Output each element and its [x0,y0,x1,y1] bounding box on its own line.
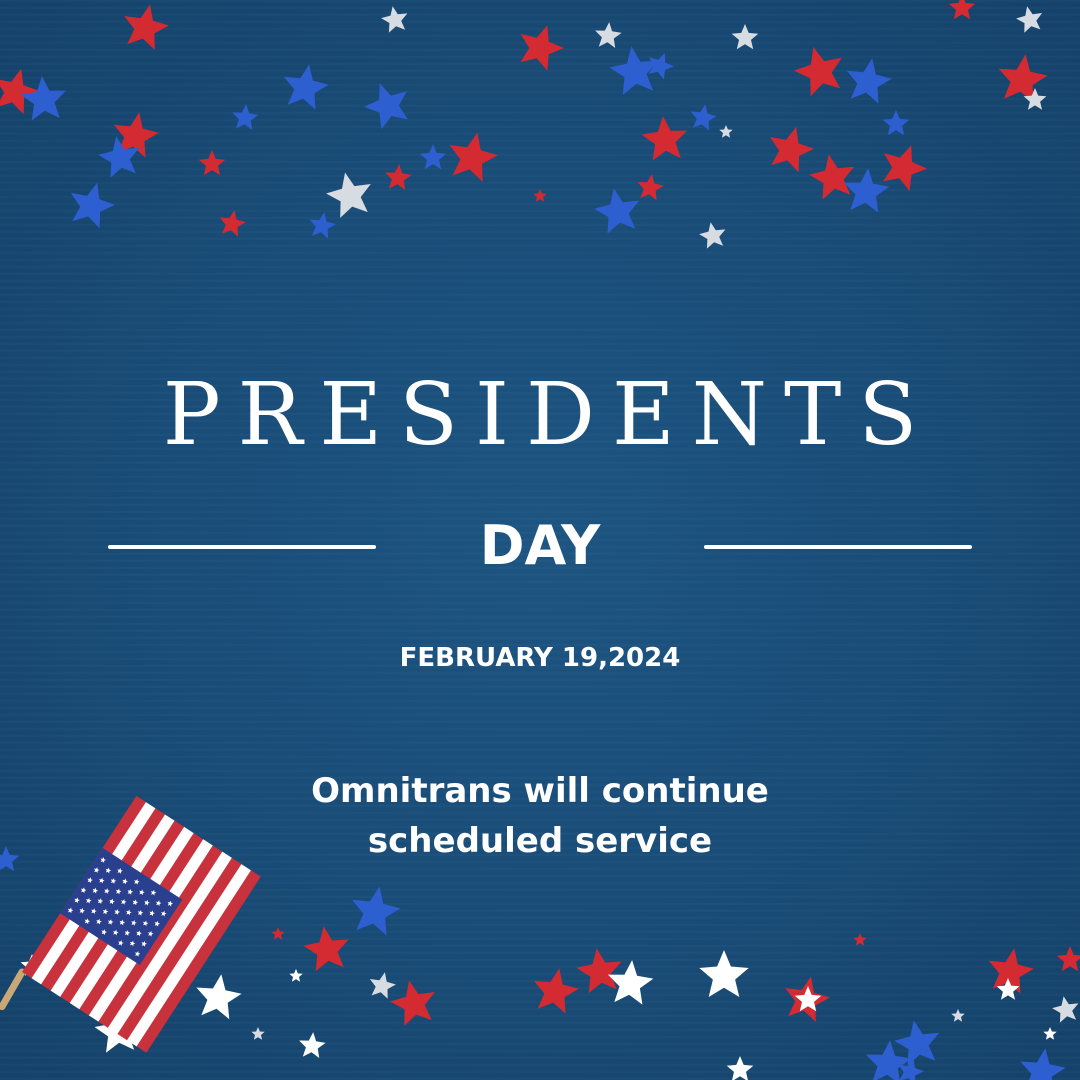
service-message-line-2: scheduled service [367,821,713,861]
service-message: Omnitrans will continue scheduled servic… [0,766,1080,866]
service-message-line-1: Omnitrans will continue [311,771,769,811]
presidents-day-poster: PRESIDENTS DAY FEBRUARY 19,2024 Omnitran… [0,0,1080,1080]
event-date: FEBRUARY 19,2024 [399,643,681,673]
headline: PRESIDENTS [162,365,935,465]
right-divider [704,545,972,549]
